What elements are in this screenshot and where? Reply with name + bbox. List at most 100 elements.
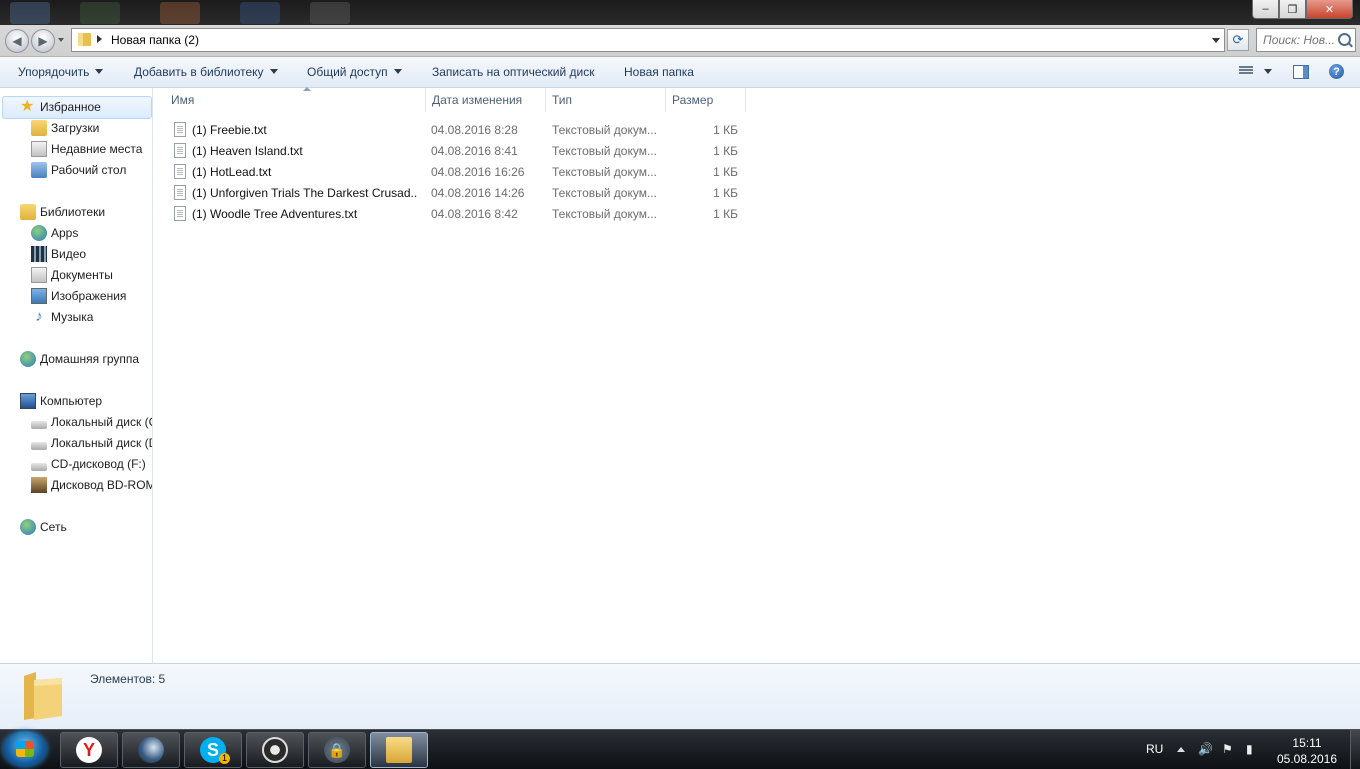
nav-item-cd-drive[interactable]: CD-дисковод (F:) [31,454,146,474]
file-row[interactable]: (1) HotLead.txt 04.08.2016 16:26 Текстов… [171,161,751,182]
nav-item-apps[interactable]: Apps [31,223,78,243]
column-header-date[interactable]: Дата изменения [426,88,546,112]
nav-item-network[interactable]: Сеть [20,517,67,537]
language-indicator[interactable]: RU [1146,742,1163,756]
nav-item-libraries[interactable]: Библиотеки [20,202,105,222]
file-date: 04.08.2016 16:26 [431,165,525,179]
hard-disk-icon [31,421,47,429]
nav-label: Домашняя группа [40,352,140,366]
network-signal-icon[interactable]: ▮ [1246,743,1260,755]
nav-label: Музыка [51,310,94,324]
column-header-type[interactable]: Тип [546,88,666,112]
address-bar[interactable]: Новая папка (2) [71,28,1225,52]
nav-item-music[interactable]: ♪ Музыка [31,307,93,327]
taskbar: Y S 1 🔒 RU 🔊 ⚑ ▮ 15:11 05.08.2016 [0,729,1360,769]
desktop-ghost-icon [310,2,350,24]
back-button[interactable]: ◀ [5,29,29,53]
column-header-name[interactable]: Имя [165,87,426,112]
refresh-icon: ⟳ [1232,32,1244,47]
change-view-icon[interactable] [1239,66,1253,77]
action-center-icon[interactable]: ⚑ [1222,743,1236,755]
nav-label: Локальный диск (C [51,415,153,429]
nav-label: Рабочий стол [51,163,127,177]
nav-item-desktop[interactable]: Рабочий стол [31,160,126,180]
folder-icon [24,672,62,720]
network-icon [20,519,36,535]
show-hidden-icons-icon[interactable] [1177,747,1185,752]
file-date: 04.08.2016 8:42 [431,207,518,221]
recent-places-icon [31,141,47,157]
nav-item-recent-places[interactable]: Недавние места [31,139,142,159]
documents-icon [31,267,47,283]
chevron-down-icon [269,69,278,74]
taskbar-windows-explorer[interactable] [370,732,428,768]
taskbar-lock-app[interactable]: 🔒 [308,732,366,768]
volume-icon[interactable]: 🔊 [1198,743,1213,755]
search-icon[interactable] [1338,33,1351,46]
nav-item-local-disk-c[interactable]: Локальный диск (C [31,412,153,432]
nav-label: Изображения [51,289,127,303]
show-desktop-button[interactable] [1350,730,1360,769]
file-row[interactable]: (1) Woodle Tree Adventures.txt 04.08.201… [171,203,751,224]
file-type: Текстовый докум... [552,165,657,179]
column-header-size[interactable]: Размер [666,88,746,112]
windows-logo-icon [16,741,34,757]
lock-icon: 🔒 [324,737,350,763]
breadcrumb-arrow-icon[interactable] [97,35,102,43]
taskbar-obs[interactable] [246,732,304,768]
steam-icon [138,737,164,763]
burn-button[interactable]: Записать на оптический диск [432,65,595,79]
nav-item-bd-drive[interactable]: Дисковод BD-ROM [31,475,152,495]
nav-item-homegroup[interactable]: Домашняя группа [20,349,139,369]
chevron-down-icon [95,69,104,74]
file-type: Текстовый докум... [552,207,657,221]
search-box[interactable] [1256,28,1356,52]
forward-button[interactable]: ▶ [31,29,55,53]
file-row[interactable]: (1) Heaven Island.txt 04.08.2016 8:41 Те… [171,140,751,161]
taskbar-steam[interactable] [122,732,180,768]
nav-item-local-disk-d[interactable]: Локальный диск (D [31,433,152,453]
start-button[interactable] [3,731,47,767]
preview-pane-icon[interactable] [1293,65,1309,79]
address-dropdown-icon[interactable] [1212,38,1220,43]
close-button[interactable]: ✕ [1306,0,1353,19]
view-options-dropdown-icon[interactable] [1264,69,1272,74]
file-name: (1) Unforgiven Trials The Darkest Crusad… [192,186,417,200]
nav-item-documents[interactable]: Документы [31,265,113,285]
text-file-icon [174,206,186,221]
file-size: 1 КБ [713,123,738,137]
taskbar-skype[interactable]: S 1 [184,732,242,768]
organize-button[interactable]: Упорядочить [18,65,104,79]
refresh-button[interactable]: ⟳ [1227,29,1249,51]
file-name: (1) Heaven Island.txt [192,144,303,158]
maximize-button[interactable]: ❐ [1279,0,1306,19]
nav-item-images[interactable]: Изображения [31,286,126,306]
file-row[interactable]: (1) Unforgiven Trials The Darkest Crusad… [171,182,751,203]
file-date: 04.08.2016 8:28 [431,123,518,137]
file-size: 1 КБ [713,144,738,158]
search-input[interactable] [1263,33,1337,47]
nav-item-favorites[interactable]: ★ Избранное [20,97,101,117]
nav-label: Сеть [40,520,67,534]
details-pane: Элементов: 5 [0,663,1360,730]
file-type: Текстовый докум... [552,144,657,158]
yandex-browser-icon: Y [76,737,102,763]
recent-pages-dropdown-icon[interactable] [58,38,64,42]
libraries-icon [20,204,36,220]
share-button[interactable]: Общий доступ [307,65,402,79]
add-to-library-button[interactable]: Добавить в библиотеку [134,65,278,79]
nav-item-video[interactable]: Видео [31,244,86,264]
nav-item-downloads[interactable]: Загрузки [31,118,99,138]
clock-time: 15:11 [1292,736,1322,750]
clock[interactable]: 15:11 05.08.2016 [1274,735,1340,767]
breadcrumb-current-folder[interactable]: Новая папка (2) [111,33,199,47]
organize-label: Упорядочить [18,65,90,79]
minimize-button[interactable]: – [1252,0,1279,19]
file-date: 04.08.2016 14:26 [431,186,525,200]
help-icon[interactable]: ? [1329,64,1344,79]
new-folder-button[interactable]: Новая папка [624,65,694,79]
file-name: (1) Freebie.txt [192,123,267,137]
file-row[interactable]: (1) Freebie.txt 04.08.2016 8:28 Текстовы… [171,119,751,140]
nav-item-computer[interactable]: Компьютер [20,391,102,411]
taskbar-yandex-browser[interactable]: Y [60,732,118,768]
